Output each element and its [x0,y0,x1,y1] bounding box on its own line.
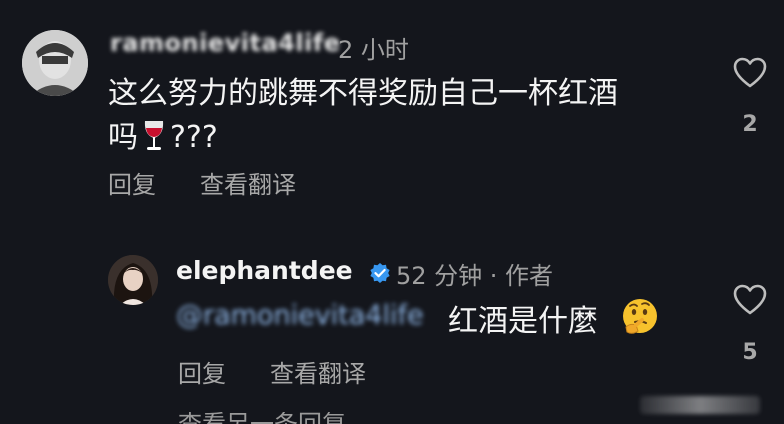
reply-username[interactable]: elephantdee [176,256,353,285]
watermark [640,396,760,414]
comment-timestamp: 2 小时 [338,36,409,64]
comment-text-line2: 吗 ??? [108,116,708,166]
like-heart-icon[interactable] [733,57,767,93]
view-more-replies-link[interactable]: 查看另一条回复 [178,412,346,424]
like-count: 5 [742,340,758,365]
reply-button[interactable]: 回复 [178,354,226,389]
thinking-face-icon [620,297,660,341]
reply-button[interactable]: 回复 [108,165,156,200]
comment-text: 这么努力的跳舞不得奖励自己一杯红酒 吗 ??? [108,72,708,166]
comment-text-word: 吗 [108,120,138,155]
avatar[interactable] [108,255,158,305]
see-translation-button[interactable]: 查看翻译 [270,354,366,389]
see-translation-button[interactable]: 查看翻译 [200,165,296,200]
wine-glass-icon [140,119,168,166]
comment-username[interactable]: ramonievita4life [110,29,341,57]
like-heart-icon[interactable] [733,284,767,320]
avatar[interactable] [22,30,88,96]
reply-text: 红酒是什麼 [448,304,598,339]
verified-badge-icon [369,262,391,288]
comment-text-suffix: ??? [170,120,218,155]
reply-meta: 52 分钟 · 作者 [396,262,554,290]
mention-link[interactable]: @ramonievita4life [176,300,424,331]
comment-text-line1: 这么努力的跳舞不得奖励自己一杯红酒 [108,76,618,111]
comments-panel: ramonievita4life 2 小时 这么努力的跳舞不得奖励自己一杯红酒 … [0,0,784,424]
like-count: 2 [742,112,758,137]
